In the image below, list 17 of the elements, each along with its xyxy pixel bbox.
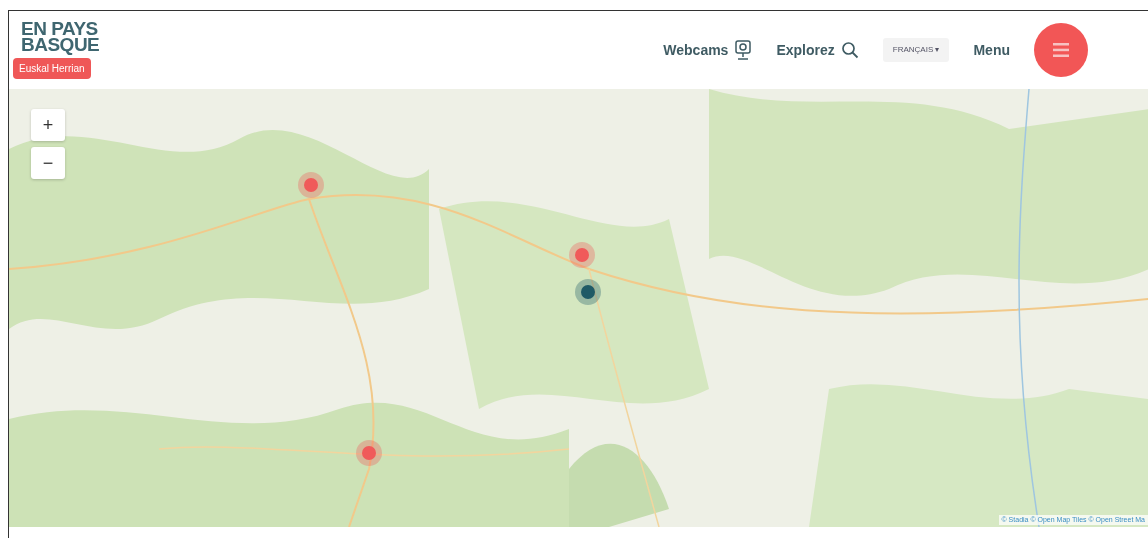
zoom-button[interactable]: −: [31, 147, 65, 179]
nav-link[interactable]: Webcams: [663, 39, 753, 61]
logo-badge: Euskal Herrian: [13, 58, 91, 79]
logo-text: BASQUE: [21, 37, 100, 53]
language-selector[interactable]: FRANÇAIS ▾: [882, 38, 950, 62]
nav-link[interactable]: Explorez: [776, 39, 859, 61]
menu-button[interactable]: [1034, 23, 1088, 77]
menu-link[interactable]: Menu: [973, 39, 1010, 61]
zoom-button[interactable]: +: [31, 109, 65, 141]
map-marker[interactable]: [575, 279, 601, 305]
map-marker[interactable]: [298, 172, 324, 198]
menu-icon: [1053, 43, 1069, 57]
logo-text: EN PAYS: [21, 21, 98, 37]
map-marker[interactable]: [569, 242, 595, 268]
webcam-icon: [734, 40, 753, 60]
map-marker[interactable]: [356, 440, 382, 466]
search-icon: [840, 41, 859, 59]
